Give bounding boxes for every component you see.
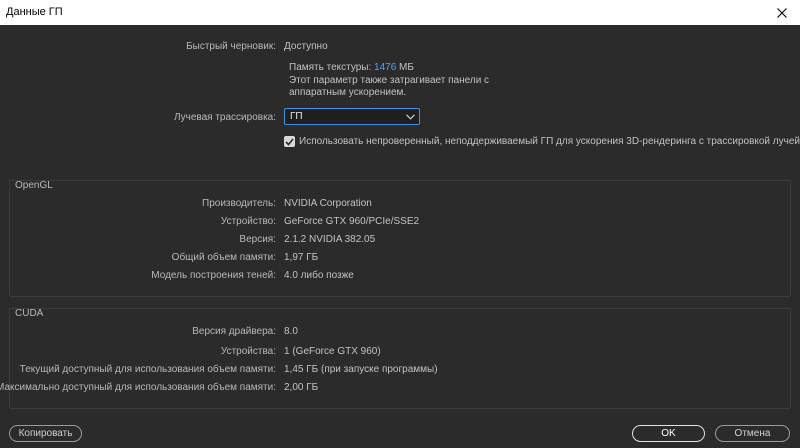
cuda-current-memory-label: Текущий доступный для использования объе…: [19, 364, 276, 375]
cuda-max-memory-label: Максимально доступный для использования …: [0, 382, 276, 393]
cancel-button[interactable]: Отмена: [715, 425, 790, 442]
cuda-devices-value: 1 (GeForce GTX 960): [284, 346, 381, 357]
opengl-device-label: Устройство:: [220, 216, 276, 227]
checkmark-icon: [285, 137, 294, 146]
ok-button[interactable]: OK: [632, 425, 705, 442]
cuda-driver-label: Версия драйвера:: [192, 326, 276, 337]
chevron-down-icon: [406, 112, 415, 123]
unsupported-gpu-label[interactable]: Использовать непроверенный, неподдержива…: [299, 136, 800, 147]
texture-note-line1: Этот параметр также затрагивает панели с: [289, 75, 490, 86]
texture-memory-value[interactable]: 1476: [374, 62, 396, 73]
raytrace-select-value: ГП: [290, 111, 303, 122]
fast-draft-value: Доступно: [284, 41, 328, 52]
copy-button[interactable]: Копировать: [9, 425, 82, 442]
opengl-shader-label: Модель построения теней:: [151, 270, 276, 281]
texture-memory-unit: МБ: [399, 62, 414, 73]
texture-memory-label: Память текстуры:: [289, 62, 372, 73]
close-icon[interactable]: [764, 0, 800, 25]
window-title: Данные ГП: [6, 6, 63, 18]
texture-note-line2: аппаратным ускорением.: [289, 87, 407, 98]
unsupported-gpu-checkbox[interactable]: [284, 136, 295, 147]
opengl-vendor-label: Производитель:: [202, 198, 276, 209]
cuda-group: [9, 308, 791, 409]
cuda-max-memory-value: 2,00 ГБ: [284, 382, 319, 393]
cuda-group-title: CUDA: [15, 308, 44, 319]
title-bar: Данные ГП: [0, 0, 800, 25]
cuda-driver-value: 8.0: [284, 326, 298, 337]
opengl-vendor-value: NVIDIA Corporation: [284, 198, 372, 209]
opengl-memory-label: Общий объем памяти:: [171, 252, 276, 263]
opengl-memory-value: 1,97 ГБ: [284, 252, 319, 263]
opengl-device-value: GeForce GTX 960/PCIe/SSE2: [284, 216, 420, 227]
raytrace-select[interactable]: ГП: [284, 108, 420, 125]
dialog-body: Быстрый черновик: Доступно Память тексту…: [0, 25, 800, 448]
texture-memory-line: Память текстуры: 1476 МБ: [289, 62, 414, 73]
cuda-devices-label: Устройства:: [220, 346, 276, 357]
opengl-shader-value: 4.0 либо позже: [284, 270, 354, 281]
opengl-group-title: OpenGL: [15, 180, 53, 191]
opengl-version-value: 2.1.2 NVIDIA 382.05: [284, 234, 376, 245]
opengl-group: [9, 180, 791, 297]
cuda-current-memory-value: 1,45 ГБ (при запуске программы): [284, 364, 438, 375]
raytrace-label: Лучевая трассировка:: [173, 112, 276, 123]
opengl-version-label: Версия:: [239, 234, 276, 245]
fast-draft-label: Быстрый черновик:: [186, 41, 276, 52]
